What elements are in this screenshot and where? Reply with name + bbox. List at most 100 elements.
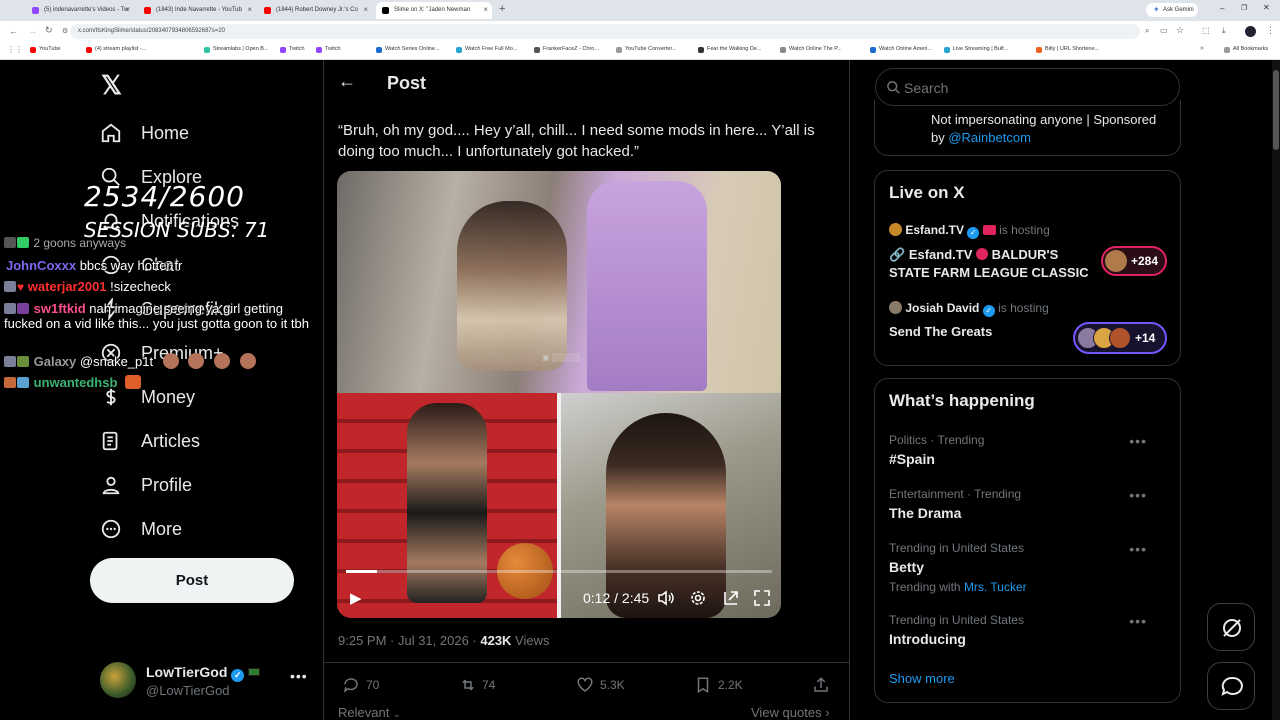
bookmark-button[interactable]: 2.2K (694, 676, 743, 694)
messages-button[interactable] (1207, 662, 1255, 710)
url-bar[interactable]: ⚙ x.com/ItsKingSlime/status/208340793480… (62, 24, 1140, 39)
share-icon[interactable] (812, 676, 830, 694)
like-button[interactable]: 5.3K (576, 676, 625, 694)
minimize-icon[interactable]: – (1220, 4, 1224, 13)
bookmark-item[interactable]: Streamlabs | Open B... (204, 46, 269, 53)
bookmark-item[interactable]: Watch Series Online... (376, 46, 440, 53)
back-arrow-icon[interactable]: ← (338, 71, 356, 92)
live-listeners-pill[interactable]: +284 (1101, 246, 1167, 276)
play-icon[interactable]: ▶ (350, 589, 362, 607)
all-bookmarks[interactable]: All Bookmarks (1224, 46, 1268, 53)
chat-username: Galaxy (33, 354, 77, 369)
bookmark-item[interactable]: Bitly | URL Shortene... (1036, 46, 1099, 53)
live-listeners-pill[interactable]: +14 (1073, 322, 1167, 354)
host-name[interactable]: Esfand.TV (905, 223, 964, 237)
close-icon[interactable]: × (483, 5, 488, 14)
nav-item-home[interactable]: Home (100, 121, 189, 149)
live-host-line: Esfand.TV ✓ is hosting (889, 223, 1050, 239)
trend-category: Politics · Trending (889, 433, 985, 447)
fullscreen-icon[interactable] (753, 589, 771, 607)
bookmark-item[interactable]: Live Streaming | Bulf... (944, 46, 1008, 53)
show-more-link[interactable]: Show more (889, 671, 955, 686)
reload-icon[interactable]: ↻ (45, 25, 53, 36)
live-title[interactable]: 🔗 Esfand.TV BALDUR'S STATE FARM LEAGUE CL… (889, 246, 1089, 282)
bookmark-item[interactable]: Watch Online Ameri... (870, 46, 932, 53)
live-title[interactable]: Send The Greats (889, 324, 992, 339)
restore-icon[interactable]: ❐ (1241, 4, 1247, 12)
trend-item[interactable]: Trending in United States Betty Trending… (889, 541, 1169, 594)
site-info-icon[interactable]: ⚙ (62, 27, 68, 35)
bookmark-item[interactable]: FrankerFaceZ - Chro... (534, 46, 599, 53)
zoom-icon[interactable]: ⌕ (1145, 26, 1149, 36)
apps-icon[interactable]: ⋮⋮ (7, 45, 23, 54)
pip-icon[interactable] (722, 589, 740, 607)
scrollbar-thumb[interactable] (1273, 70, 1279, 150)
browser-tab[interactable]: (5) indenavarrette's Videos - Tw × (26, 2, 134, 19)
link-icon: 🔗 (889, 247, 906, 262)
view-quotes-link[interactable]: View quotes › (751, 705, 830, 720)
new-tab-icon[interactable]: + (499, 3, 505, 15)
profile-avatar[interactable] (1245, 26, 1256, 37)
cast-icon[interactable]: ▭ (1160, 26, 1168, 35)
bookmark-item[interactable]: Watch Free Full Mo... (456, 46, 517, 53)
more-options-icon[interactable]: ••• (1129, 433, 1147, 449)
chat-badge-icon (17, 377, 29, 388)
nav-item-more[interactable]: More (100, 517, 182, 545)
more-options-icon[interactable]: ••• (1129, 541, 1147, 557)
window-close-icon[interactable]: ✕ (1263, 3, 1270, 12)
profile-bio: Not impersonating anyone | Sponsored by … (931, 111, 1171, 147)
trending-with-link[interactable]: Mrs. Tucker (964, 580, 1027, 594)
account-more-icon[interactable]: ••• (290, 668, 308, 684)
person-shape (407, 403, 487, 603)
x-logo-icon[interactable]: 𝕏 (101, 72, 122, 98)
post-button[interactable]: Post (90, 558, 294, 603)
settings-gear-icon[interactable] (689, 589, 707, 607)
trend-item[interactable]: Trending in United States Introducing ••… (889, 613, 1169, 647)
nav-item-profile[interactable]: Profile (100, 473, 192, 501)
forward-icon[interactable]: → (28, 26, 37, 36)
reply-button[interactable]: 70 (342, 676, 379, 694)
back-icon[interactable]: ← (9, 26, 18, 36)
video-progress-track[interactable] (346, 570, 772, 573)
grok-button[interactable] (1207, 603, 1255, 651)
extensions-icon[interactable]: ⬚ (1202, 26, 1210, 35)
panel-title: Live on X (889, 183, 965, 202)
close-icon[interactable]: × (125, 5, 130, 14)
account-switcher[interactable]: LowTierGod ✓ @LowTierGod ••• (100, 662, 310, 700)
trend-item[interactable]: Entertainment · Trending The Drama ••• (889, 487, 1169, 521)
bookmark-item[interactable]: YouTube Converter... (616, 46, 677, 53)
ask-gemini-button[interactable]: ✦ Ask Gemini (1146, 3, 1198, 17)
more-options-icon[interactable]: ••• (1129, 487, 1147, 503)
chat-username: JohnCoxxx (6, 258, 77, 273)
bookmark-label: (4) stream playlist -... (95, 46, 147, 52)
bookmark-item[interactable]: Twitch (316, 46, 341, 53)
bio-link[interactable]: @Rainbetcom (948, 130, 1031, 145)
close-icon[interactable]: × (363, 5, 368, 14)
page-scrollbar[interactable] (1272, 60, 1280, 720)
trend-item[interactable]: Politics · Trending #Spain ••• (889, 433, 1169, 467)
browser-tab-active[interactable]: Slime on X: "Jaden Newman × (376, 2, 492, 19)
more-options-icon[interactable]: ••• (1129, 613, 1147, 629)
url-text: x.com/ItsKingSlime/status/20834079348065… (78, 28, 225, 34)
bookmark-item[interactable]: Fear the Walking De... (698, 46, 762, 53)
video-frame-interview (561, 393, 781, 618)
nav-item-articles[interactable]: Articles (100, 429, 200, 457)
bookmark-item[interactable]: Twitch (280, 46, 305, 53)
sort-replies-button[interactable]: Relevant ⌄ (338, 705, 400, 720)
chevron-right-icon[interactable]: » (1200, 45, 1204, 52)
video-player[interactable]: ▣ ▒▒▒▒▒ ▶ 0:12 / 2:45 (337, 171, 781, 618)
menu-icon[interactable]: ⋮ (1266, 25, 1275, 36)
sort-label: Relevant (338, 705, 390, 720)
browser-tab[interactable]: (1844) Robert Downey Jr.'s Co × (258, 2, 372, 19)
repost-button[interactable]: 74 (458, 676, 495, 694)
bookmark-item[interactable]: (4) stream playlist -... (86, 46, 147, 53)
browser-tab[interactable]: (1843) Inde Navarrette - YouTub × (138, 2, 256, 19)
close-icon[interactable]: × (247, 5, 252, 14)
post-timestamp[interactable]: 9:25 PM · Jul 31, 2026 · (338, 633, 480, 648)
volume-icon[interactable] (657, 590, 675, 606)
download-icon[interactable]: ⤓ (1222, 26, 1226, 36)
bookmark-item[interactable]: YouTube (30, 46, 61, 53)
star-icon[interactable]: ☆ (1176, 25, 1184, 36)
bookmark-item[interactable]: Watch Online The P... (780, 46, 842, 53)
host-name[interactable]: Josiah David (905, 301, 979, 315)
